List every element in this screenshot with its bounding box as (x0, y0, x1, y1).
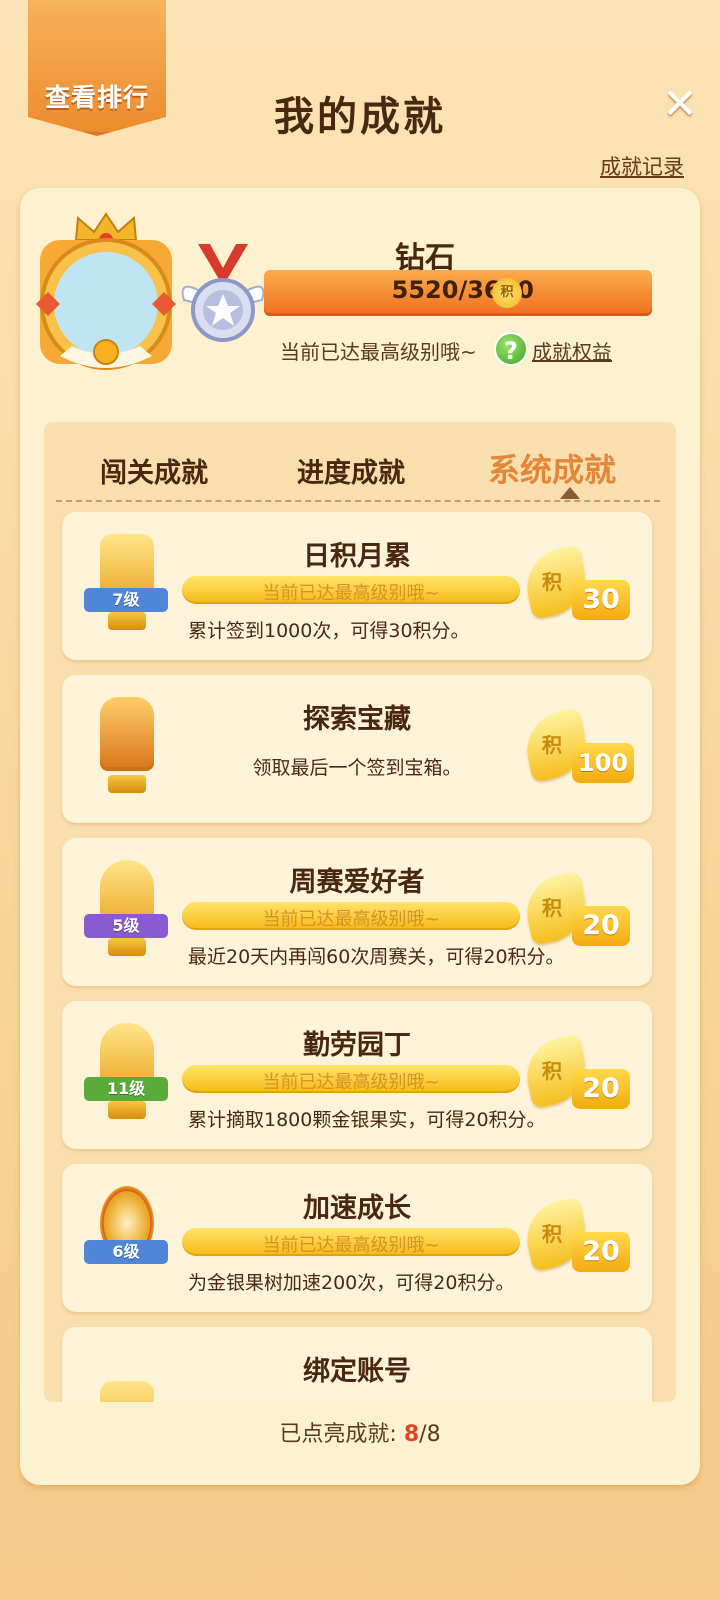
achievement-card: 7级 日积月累 当前已达最高级别哦~ 累计签到1000次，可得30积分。 积 3… (62, 512, 652, 660)
reward-points: 积 100 (520, 707, 634, 787)
reward-amount: 20 (572, 1069, 630, 1109)
reward-amount: 20 (572, 906, 630, 946)
achievement-progress-bar: 当前已达最高级别哦~ (182, 576, 520, 604)
reward-amount: 100 (572, 743, 634, 783)
active-tab-caret-icon (560, 487, 580, 499)
lit-achievements-count: 8 (403, 1422, 420, 1447)
points-label: 积 (542, 733, 562, 757)
achievement-description: 累计摘取1800颗金银果实，可得20积分。 (188, 1109, 546, 1131)
help-icon[interactable]: ? (494, 332, 528, 366)
tab-divider (56, 500, 660, 502)
points-label: 积 (542, 570, 562, 594)
achievement-card: 5级 周赛爱好者 当前已达最高级别哦~ 最近20天内再闯60次周赛关，可得20积… (62, 838, 652, 986)
achievement-progress-bar: 当前已达最高级别哦~ (182, 1228, 520, 1256)
reward-amount: 30 (572, 580, 630, 620)
close-icon[interactable]: ✕ (660, 83, 700, 125)
reward-points: 积 20 (520, 870, 632, 950)
level-ribbon: 11级 (84, 1077, 168, 1101)
progress-bar-label: 当前已达最高级别哦~ (262, 1235, 440, 1256)
reward-points: 积 20 (520, 1196, 632, 1276)
diamond-medal-icon (181, 244, 265, 342)
tab-system-achievements[interactable]: 系统成就 (488, 445, 616, 491)
achievement-card: 绑定账号 (62, 1327, 652, 1402)
reward-points: 积 30 (520, 544, 632, 624)
achievement-description: 为金银果树加速200次，可得20积分。 (188, 1272, 515, 1294)
lit-achievements-summary: 已点亮成就: 8/8 (0, 1416, 720, 1448)
rank-progress-bar: 5520/3600 积 (264, 270, 652, 316)
avatar-frame-icon[interactable] (30, 210, 182, 378)
achievement-card: 6级 加速成长 当前已达最高级别哦~ 为金银果树加速200次，可得20积分。 积… (62, 1164, 652, 1312)
achievement-title: 绑定账号 (303, 1356, 411, 1387)
max-level-hint: 当前已达最高级别哦~ (280, 340, 477, 364)
level-ribbon: 7级 (84, 588, 168, 612)
points-coin-icon: 积 (492, 278, 522, 308)
achievement-progress-bar: 当前已达最高级别哦~ (182, 902, 520, 930)
achievement-card: 探索宝藏 领取最后一个签到宝箱。 积 100 (62, 675, 652, 823)
achievement-progress-bar: 当前已达最高级别哦~ (182, 1065, 520, 1093)
reward-points: 积 20 (520, 1033, 632, 1113)
page-title: 我的成就 (274, 94, 446, 140)
achievement-list[interactable]: 7级 日积月累 当前已达最高级别哦~ 累计签到1000次，可得30积分。 积 3… (44, 512, 676, 1402)
progress-bar-label: 当前已达最高级别哦~ (262, 583, 440, 604)
tab-progress-achievements[interactable]: 进度成就 (297, 451, 405, 490)
points-label: 积 (542, 1059, 562, 1083)
level-ribbon: 6级 (84, 1240, 168, 1264)
achievement-record-link[interactable]: 成就记录 (600, 151, 684, 181)
level-ribbon: 5级 (84, 914, 168, 938)
tab-level-achievements[interactable]: 闯关成就 (100, 451, 208, 490)
achievement-card: 11级 勤劳园丁 当前已达最高级别哦~ 累计摘取1800颗金银果实，可得20积分… (62, 1001, 652, 1149)
reward-amount: 20 (572, 1232, 630, 1272)
achievement-description: 最近20天内再闯60次周赛关，可得20积分。 (188, 946, 565, 968)
points-label: 积 (542, 896, 562, 920)
lit-achievements-label: 已点亮成就: (279, 1422, 397, 1447)
points-label: 积 (542, 1222, 562, 1246)
progress-bar-label: 当前已达最高级别哦~ (262, 909, 440, 930)
achievement-description: 累计签到1000次，可得30积分。 (188, 620, 470, 642)
total-achievements-count: /8 (419, 1422, 441, 1447)
achievement-benefits-link[interactable]: 成就权益 (532, 336, 612, 365)
progress-bar-label: 当前已达最高级别哦~ (262, 1072, 440, 1093)
